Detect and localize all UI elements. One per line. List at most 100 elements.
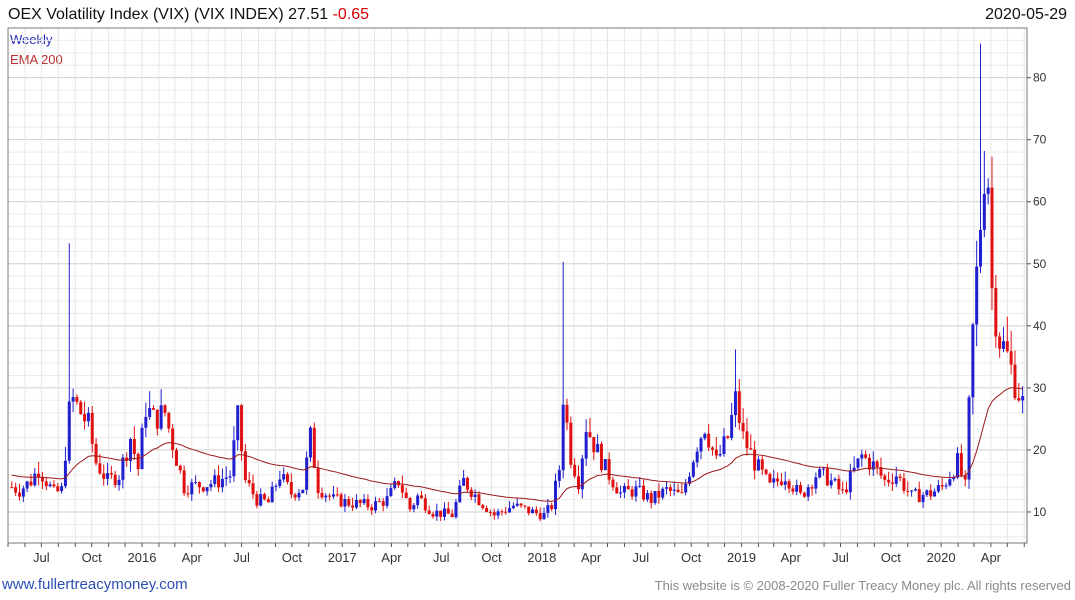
x-tick-label: 2017 — [328, 550, 357, 565]
up-bar — [236, 405, 240, 441]
x-tick-label: Oct — [481, 550, 502, 565]
up-bar — [435, 510, 439, 517]
up-bar — [546, 505, 550, 513]
down-bar — [182, 470, 186, 494]
x-tick-label: Oct — [881, 550, 902, 565]
down-bar — [630, 489, 634, 497]
up-bar — [806, 487, 810, 497]
down-bar — [883, 475, 887, 480]
down-bar — [680, 492, 684, 494]
up-bar — [718, 454, 722, 456]
up-bar — [634, 486, 638, 497]
down-bar — [565, 404, 569, 423]
x-tick-label: Jul — [633, 550, 650, 565]
x-tick-label: 2016 — [128, 550, 157, 565]
down-bar — [431, 513, 435, 517]
down-bar — [102, 473, 106, 479]
down-bar — [500, 511, 504, 513]
up-bar — [362, 498, 366, 504]
up-bar — [722, 436, 726, 455]
copyright-notice: This website is © 2008-2020 Fuller Treac… — [654, 578, 1071, 593]
ema-line — [11, 387, 1023, 502]
down-bar — [1013, 364, 1017, 399]
y-tick-label: 40 — [1033, 319, 1047, 333]
up-bar — [228, 476, 232, 478]
down-bar — [959, 453, 963, 476]
up-bar — [121, 457, 125, 480]
down-bar — [293, 494, 297, 498]
down-bar — [550, 505, 554, 510]
down-bar — [607, 459, 611, 480]
down-bar — [90, 412, 94, 444]
up-bar — [190, 482, 194, 495]
down-bar — [519, 503, 523, 506]
down-bar — [94, 443, 98, 464]
up-bar — [756, 459, 760, 471]
up-bar — [554, 480, 558, 510]
up-bar — [25, 481, 29, 489]
up-bar — [971, 324, 975, 398]
down-bar — [998, 336, 1002, 349]
down-bar — [29, 481, 33, 486]
y-tick-label: 80 — [1033, 71, 1047, 85]
down-bar — [707, 433, 711, 448]
up-bar — [925, 490, 929, 496]
y-tick-label: 70 — [1033, 133, 1047, 147]
up-bar — [733, 391, 737, 416]
down-bar — [370, 507, 374, 511]
up-bar — [653, 491, 657, 503]
down-bar — [397, 481, 401, 486]
x-tick-label: Apr — [381, 550, 402, 565]
x-tick-label: Oct — [282, 550, 303, 565]
down-bar — [217, 475, 221, 488]
down-bar — [335, 494, 339, 496]
down-bar — [155, 409, 159, 429]
up-bar — [305, 457, 309, 490]
down-bar — [779, 481, 783, 485]
site-link[interactable]: www.fullertreacymoney.com — [2, 576, 188, 593]
down-bar — [109, 473, 113, 475]
up-bar — [224, 477, 228, 479]
up-bar — [220, 478, 224, 488]
up-bar — [603, 459, 607, 471]
up-bar — [665, 487, 669, 489]
down-bar — [599, 443, 603, 471]
up-bar — [684, 483, 688, 493]
up-bar — [956, 453, 960, 478]
down-bar — [79, 401, 83, 415]
up-bar — [921, 495, 925, 503]
up-bar — [1001, 341, 1005, 349]
down-bar — [710, 447, 714, 450]
down-bar — [10, 487, 14, 489]
up-bar — [814, 477, 818, 489]
up-bar — [645, 493, 649, 500]
x-tick-label: 2018 — [527, 550, 556, 565]
x-tick-label: Apr — [182, 550, 203, 565]
down-bar — [917, 489, 921, 503]
up-bar — [622, 486, 626, 493]
up-bar — [822, 468, 826, 470]
down-bar — [890, 482, 894, 484]
down-bar — [450, 513, 454, 518]
up-bar — [561, 404, 565, 471]
up-bar — [282, 474, 286, 480]
down-bar — [113, 474, 117, 486]
up-bar — [270, 486, 274, 503]
down-bar — [649, 493, 653, 503]
down-bar — [741, 422, 745, 432]
up-bar — [730, 415, 734, 438]
x-tick-label: Jul — [832, 550, 849, 565]
down-bar — [573, 464, 577, 477]
x-axis: Jul Oct 2016 Apr Jul Oct 2017 Apr Jul Oct 2018 Apr J… — [7, 543, 1025, 565]
down-bar — [588, 432, 592, 438]
up-bar — [531, 509, 535, 514]
down-bar — [98, 463, 102, 474]
down-bar — [400, 485, 404, 493]
up-bar — [948, 479, 952, 486]
down-bar — [760, 459, 764, 470]
down-bar — [611, 479, 615, 488]
down-bar — [841, 489, 845, 491]
down-bar — [178, 465, 182, 471]
down-bar — [569, 422, 573, 465]
down-bar — [799, 485, 803, 493]
